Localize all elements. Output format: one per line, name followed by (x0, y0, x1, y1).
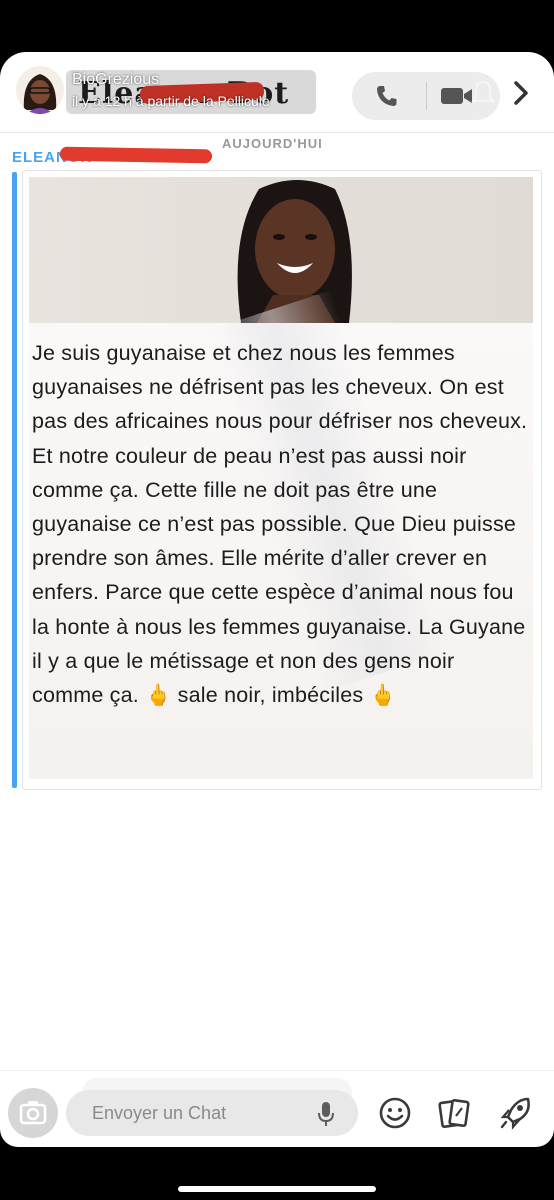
day-separator: AUJOURD'HUI (222, 136, 323, 151)
message-tail: sale noir, imbéciles (171, 683, 370, 708)
camera-icon[interactable] (8, 1088, 58, 1138)
message-accent-bar (12, 172, 17, 788)
divider (0, 132, 554, 133)
chat-screen: Eleanor Bot BioGrezious il y a 12 h à pa… (0, 52, 554, 1147)
chat-header: Eleanor Bot BioGrezious il y a 12 h à pa… (0, 52, 554, 134)
bell-icon (468, 78, 498, 108)
story-timestamp: il y a 12 h à partir de la Pellicule (72, 93, 270, 109)
rocket-icon[interactable] (498, 1094, 534, 1132)
sticker-cards-icon[interactable] (436, 1096, 472, 1132)
message-body: Je suis guyanaise et chez nous les femme… (32, 341, 528, 708)
middle-finger-emoji: 🖕 (145, 684, 172, 708)
chat-placeholder: Envoyer un Chat (92, 1103, 227, 1123)
call-actions (352, 72, 500, 120)
story-username: BioGrezious (72, 71, 160, 88)
phone-icon[interactable] (372, 83, 402, 109)
chevron-right-icon[interactable] (510, 80, 532, 106)
avatar[interactable] (16, 66, 64, 114)
photo (29, 177, 533, 323)
divider (426, 82, 427, 110)
divider (0, 1070, 554, 1071)
home-indicator[interactable] (178, 1186, 376, 1192)
smiley-icon[interactable] (378, 1096, 412, 1130)
message-text: Je suis guyanaise et chez nous les femme… (32, 336, 528, 713)
redaction-mark (59, 146, 213, 164)
chat-input[interactable]: Envoyer un Chat (66, 1090, 358, 1136)
middle-finger-emoji: 🖕 (369, 684, 396, 708)
microphone-icon[interactable] (316, 1100, 336, 1128)
